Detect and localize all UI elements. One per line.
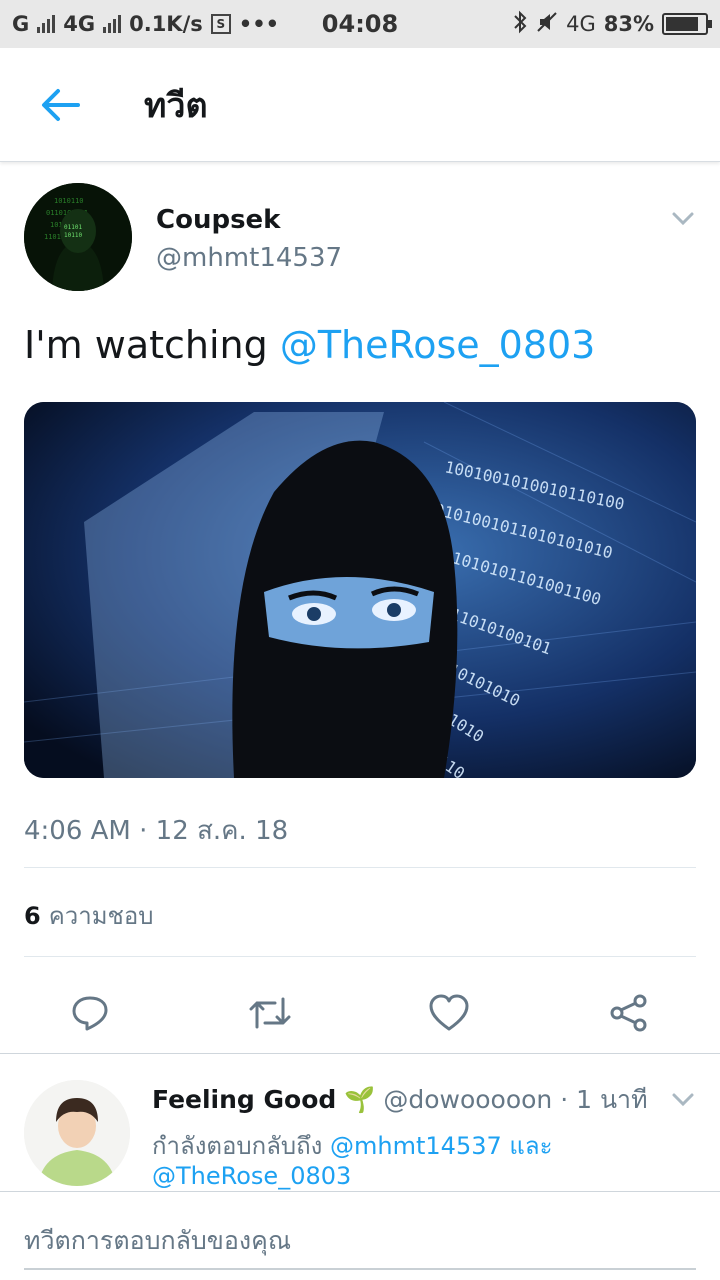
like-label: ความชอบ: [48, 902, 154, 930]
author-handle[interactable]: @mhmt14537: [156, 243, 342, 273]
carrier-2: 4G: [63, 12, 96, 36]
chevron-down-icon: [672, 1093, 694, 1107]
reply-author-name[interactable]: Feeling Good: [152, 1085, 336, 1114]
replying-to-prefix: กำลังตอบกลับถึง: [152, 1132, 331, 1160]
page-title: ทวีต: [144, 85, 208, 126]
sprout-icon: 🌱: [344, 1085, 376, 1114]
more-icon: •••: [238, 12, 280, 36]
reply-composer: [0, 1191, 720, 1280]
svg-text:1010110: 1010110: [54, 197, 84, 205]
back-button[interactable]: [0, 48, 120, 162]
comment-icon: [72, 996, 108, 1031]
mute-icon: [536, 11, 558, 38]
tweet-actions: [0, 973, 720, 1053]
status-bar: G 4G 0.1K/s S ••• 04:08 4G 83%: [0, 0, 720, 48]
network-speed: 0.1K/s: [129, 12, 203, 36]
signal-icon: [37, 15, 56, 33]
divider: [24, 956, 696, 957]
status-right: 4G 83%: [512, 10, 712, 39]
reply-header: Feeling Good 🌱 @dowooooon · 1 นาที: [152, 1080, 648, 1120]
share-icon: [610, 994, 647, 1032]
status-left: G 4G 0.1K/s S •••: [12, 12, 279, 36]
like-button[interactable]: [421, 985, 477, 1041]
battery-percent: 83%: [603, 12, 654, 36]
reply-menu-button[interactable]: [668, 1084, 698, 1114]
reply-mention-2[interactable]: @TheRose_0803: [152, 1162, 351, 1190]
share-button[interactable]: [601, 985, 657, 1041]
bluetooth-icon: [512, 10, 528, 39]
battery-icon: [662, 13, 712, 35]
retweet-button[interactable]: [242, 985, 298, 1041]
input-underline: [24, 1268, 696, 1270]
reply-input[interactable]: [24, 1218, 696, 1262]
likes-count[interactable]: 6 ความชอบ: [24, 896, 153, 935]
svg-text:10110: 10110: [64, 232, 82, 239]
author-name[interactable]: Coupsek: [156, 205, 280, 235]
svg-text:01101: 01101: [64, 224, 82, 231]
tweet-text: I'm watching @TheRose_0803: [24, 323, 595, 367]
tweet-image[interactable]: 1001001010010110100 10101001011010101010…: [24, 402, 696, 778]
signal-icon-2: [103, 15, 122, 33]
reply-tweet[interactable]: Feeling Good 🌱 @dowooooon · 1 นาที กำลัง…: [0, 1054, 720, 1190]
replying-to: กำลังตอบกลับถึง @mhmt14537 และ: [152, 1126, 552, 1165]
reply-button[interactable]: [62, 985, 118, 1041]
heart-icon: [429, 994, 469, 1031]
tweet-detail: 10101100110101101 10101101110101011 0110…: [0, 163, 720, 1032]
arrow-left-icon: [42, 88, 80, 121]
divider: [24, 867, 696, 868]
network-type: 4G: [566, 12, 596, 36]
carrier-1: G: [12, 12, 30, 36]
tweet-timestamp: 4:06 AM · 12 ส.ค. 18: [24, 816, 289, 846]
reply-connector: และ: [501, 1132, 553, 1160]
chevron-down-icon: [672, 212, 694, 226]
avatar[interactable]: [24, 1080, 130, 1186]
reply-mention-1[interactable]: @mhmt14537: [330, 1132, 502, 1160]
tweet-body: I'm watching: [24, 323, 280, 367]
avatar[interactable]: 10101100110101101 10101101110101011 0110…: [24, 183, 132, 291]
sim-icon: S: [210, 14, 231, 34]
like-count: 6: [24, 902, 41, 930]
tweet-menu-button[interactable]: [668, 203, 698, 233]
tweet-mention[interactable]: @TheRose_0803: [280, 323, 596, 367]
app-bar: ทวีต: [0, 48, 720, 162]
tweet-header: 10101100110101101 10101101110101011 0110…: [0, 163, 720, 303]
replying-to-line-2: @TheRose_0803: [152, 1162, 351, 1190]
reply-handle-time: @dowooooon · 1 นาที: [383, 1085, 648, 1114]
retweet-icon: [249, 997, 291, 1029]
